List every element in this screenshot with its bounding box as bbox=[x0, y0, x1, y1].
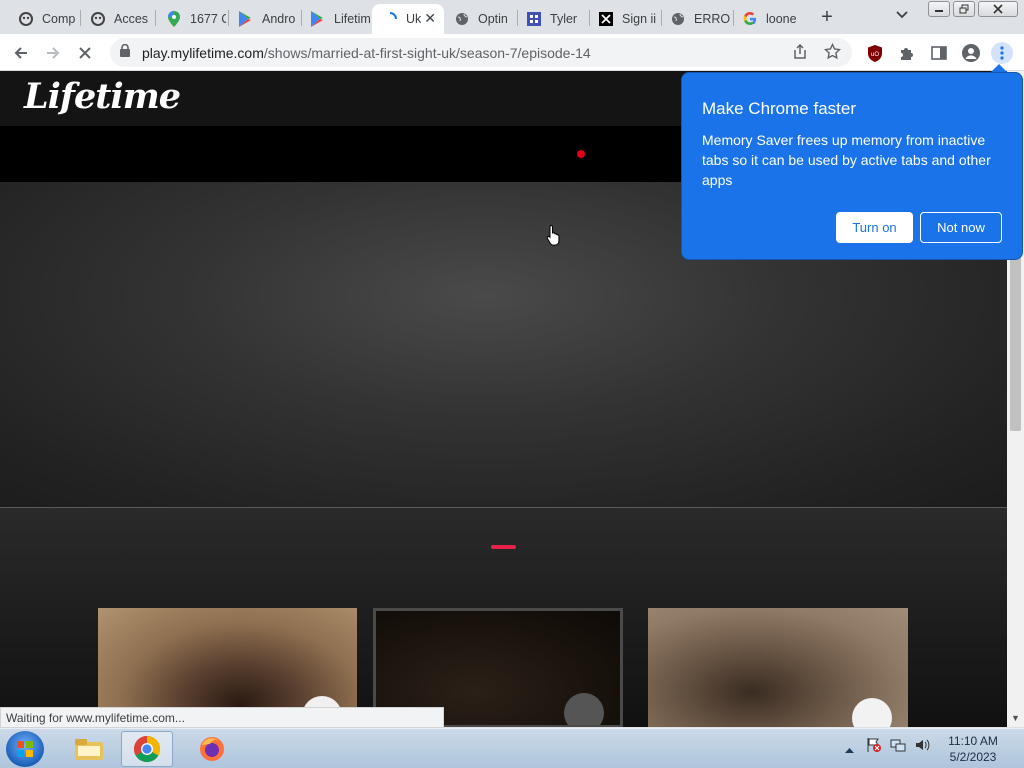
globe-icon bbox=[670, 11, 686, 27]
episode-card[interactable] bbox=[648, 608, 908, 727]
not-now-button[interactable]: Not now bbox=[920, 212, 1002, 243]
loading-dot bbox=[577, 150, 585, 158]
close-tab-icon[interactable]: ✕ bbox=[424, 10, 436, 27]
new-tab-button[interactable]: + bbox=[816, 6, 838, 28]
back-arrow-icon[interactable] bbox=[10, 42, 32, 64]
svg-text:uO: uO bbox=[871, 52, 879, 58]
turn-on-button[interactable]: Turn on bbox=[836, 212, 913, 243]
tab-title: Uk bbox=[406, 12, 422, 26]
clock-time: 11:10 AM bbox=[948, 734, 998, 748]
hand-cursor-icon bbox=[546, 224, 562, 252]
tab-9[interactable]: Sign ii bbox=[588, 4, 660, 34]
volume-icon[interactable] bbox=[914, 737, 930, 756]
globe-icon bbox=[454, 11, 470, 27]
bookmark-star-icon[interactable] bbox=[823, 42, 842, 65]
tab-title: Optin bbox=[478, 12, 508, 26]
firefox-taskbar-button[interactable] bbox=[186, 731, 238, 767]
url-path: /shows/married-at-first-sight-uk/season-… bbox=[263, 45, 591, 61]
url-host: play.mylifetime.com bbox=[142, 45, 264, 61]
tab-active[interactable]: Uk ✕ bbox=[372, 4, 444, 34]
tab-5[interactable]: Lifetim bbox=[300, 4, 370, 34]
x-logo-icon bbox=[598, 11, 614, 27]
file-explorer-taskbar-button[interactable] bbox=[63, 731, 115, 767]
stop-loading-icon[interactable] bbox=[74, 42, 96, 64]
scrollbar-thumb[interactable] bbox=[1010, 256, 1021, 431]
lifetime-logo[interactable]: Lifetime bbox=[24, 76, 181, 117]
address-bar[interactable]: play.mylifetime.com/shows/married-at-fir… bbox=[110, 38, 852, 67]
google-icon bbox=[742, 11, 758, 27]
maps-pin-icon bbox=[166, 11, 182, 27]
play-store-icon bbox=[310, 11, 326, 27]
tab-10[interactable]: ERRO bbox=[660, 4, 732, 34]
tab-7[interactable]: Optin bbox=[444, 4, 516, 34]
tab-title: 1677 C bbox=[190, 12, 226, 26]
kebab-menu-icon[interactable] bbox=[991, 42, 1013, 64]
tab-strip: Comp Acces 1677 C Andro Lifetim Uk ✕ Opt… bbox=[0, 0, 1024, 34]
memory-saver-popup: Make Chrome faster Memory Saver frees up… bbox=[681, 72, 1023, 260]
tab-title: ERRO bbox=[694, 12, 731, 26]
play-store-icon bbox=[238, 11, 254, 27]
tab-title: Andro bbox=[262, 12, 296, 26]
share-icon[interactable] bbox=[792, 43, 808, 65]
chevron-down-icon[interactable] bbox=[896, 8, 908, 22]
tab-11[interactable]: loone bbox=[732, 4, 802, 34]
close-window-button[interactable] bbox=[978, 1, 1018, 17]
grid-icon bbox=[526, 11, 542, 27]
status-bubble: Waiting for www.mylifetime.com... bbox=[0, 707, 444, 728]
clock-date: 5/2/2023 bbox=[949, 750, 997, 764]
loading-indicator bbox=[491, 545, 516, 549]
tab-3[interactable]: 1677 C bbox=[156, 4, 226, 34]
extensions-puzzle-icon[interactable] bbox=[896, 42, 918, 64]
loading-spinner-icon bbox=[382, 11, 398, 27]
robot-icon bbox=[18, 11, 34, 27]
forward-arrow-icon[interactable] bbox=[42, 42, 64, 64]
url-text: play.mylifetime.com/shows/married-at-fir… bbox=[142, 45, 591, 61]
restore-button[interactable] bbox=[953, 1, 975, 17]
tab-2[interactable]: Acces bbox=[80, 4, 152, 34]
play-icon[interactable] bbox=[564, 693, 604, 725]
tab-8[interactable]: Tyler bbox=[516, 4, 588, 34]
tab-title: loone bbox=[766, 12, 797, 26]
tab-4[interactable]: Andro bbox=[228, 4, 298, 34]
browser-toolbar: play.mylifetime.com/shows/married-at-fir… bbox=[0, 34, 1024, 71]
action-center-flag-icon[interactable] bbox=[866, 737, 882, 756]
windows-taskbar: 11:10 AM 5/2/2023 bbox=[0, 728, 1024, 768]
profile-avatar-icon[interactable] bbox=[960, 42, 982, 64]
tab-title: Sign ii bbox=[622, 12, 657, 26]
tab-title: Lifetim bbox=[334, 12, 370, 26]
start-button[interactable] bbox=[6, 731, 44, 767]
popup-body: Memory Saver frees up memory from inacti… bbox=[702, 132, 991, 188]
tab-title: Acces bbox=[114, 12, 149, 26]
tab-title: Comp bbox=[42, 12, 76, 26]
lock-icon bbox=[120, 43, 130, 60]
side-panel-icon[interactable] bbox=[928, 42, 950, 64]
ublock-extension-icon[interactable]: uO bbox=[864, 42, 886, 64]
robot-icon bbox=[90, 11, 106, 27]
popup-title: Make Chrome faster bbox=[702, 99, 856, 118]
network-icon[interactable] bbox=[890, 737, 906, 756]
tray-expand-arrow-icon[interactable] bbox=[845, 742, 854, 756]
tab-title: Tyler bbox=[550, 12, 578, 26]
scroll-down-arrow-icon[interactable]: ▼ bbox=[1011, 713, 1020, 723]
system-clock[interactable]: 11:10 AM 5/2/2023 bbox=[938, 733, 1008, 765]
tab-1[interactable]: Comp bbox=[8, 4, 78, 34]
minimize-button[interactable] bbox=[928, 1, 950, 17]
chrome-taskbar-button[interactable] bbox=[121, 731, 173, 767]
